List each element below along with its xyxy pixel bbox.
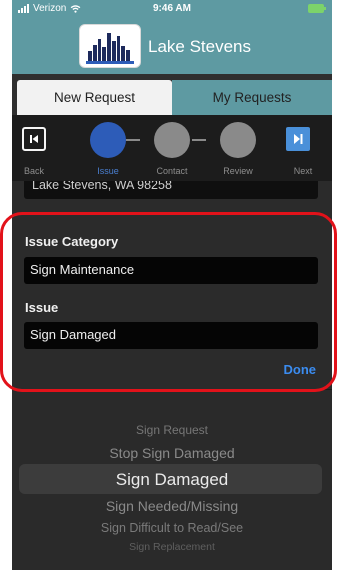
picker-option[interactable]: Sign Replacement <box>12 541 332 553</box>
picker-option-selected[interactable]: Sign Damaged <box>12 470 332 490</box>
address-field[interactable]: Lake Stevens, WA 98258 <box>24 181 318 199</box>
step-connector <box>126 139 140 141</box>
next-button[interactable] <box>286 127 310 151</box>
step-review-circle[interactable] <box>220 122 256 158</box>
app-title: Lake Stevens <box>148 37 252 56</box>
issue-picker[interactable]: Sign Request Stop Sign Damaged Sign Dama… <box>12 390 332 570</box>
step-issue-label: Issue <box>97 166 119 176</box>
next-label: Next <box>293 166 313 176</box>
step-connector <box>192 139 206 141</box>
clock: 9:46 AM <box>153 3 191 14</box>
step-review-label: Review <box>223 166 253 176</box>
app-header: Lake Stevens <box>12 18 332 74</box>
picker-option[interactable]: Stop Sign Damaged <box>12 445 332 461</box>
step-contact-circle[interactable] <box>154 122 190 158</box>
city-skyline-icon <box>79 24 141 68</box>
picker-option[interactable]: Sign Request <box>12 423 332 437</box>
step-contact-label: Contact <box>156 166 188 176</box>
picker-option[interactable]: Sign Needed/Missing <box>12 498 332 514</box>
skip-forward-icon <box>294 134 303 144</box>
tab-bar: New Request My Requests <box>12 74 332 115</box>
skip-back-icon <box>30 135 38 143</box>
step-indicator: Back Issue Contact Review Next <box>12 115 332 181</box>
status-bar: Verizon 9:46 AM <box>12 0 332 18</box>
back-label: Back <box>23 166 44 176</box>
picker-option[interactable]: Sign Difficult to Read/See <box>12 521 332 535</box>
back-button[interactable] <box>22 127 46 151</box>
battery-icon <box>308 4 326 13</box>
tab-my-requests[interactable]: My Requests <box>172 80 332 115</box>
tab-new-request[interactable]: New Request <box>17 80 172 115</box>
annotation-highlight <box>0 212 337 392</box>
step-issue-circle[interactable] <box>90 122 126 158</box>
